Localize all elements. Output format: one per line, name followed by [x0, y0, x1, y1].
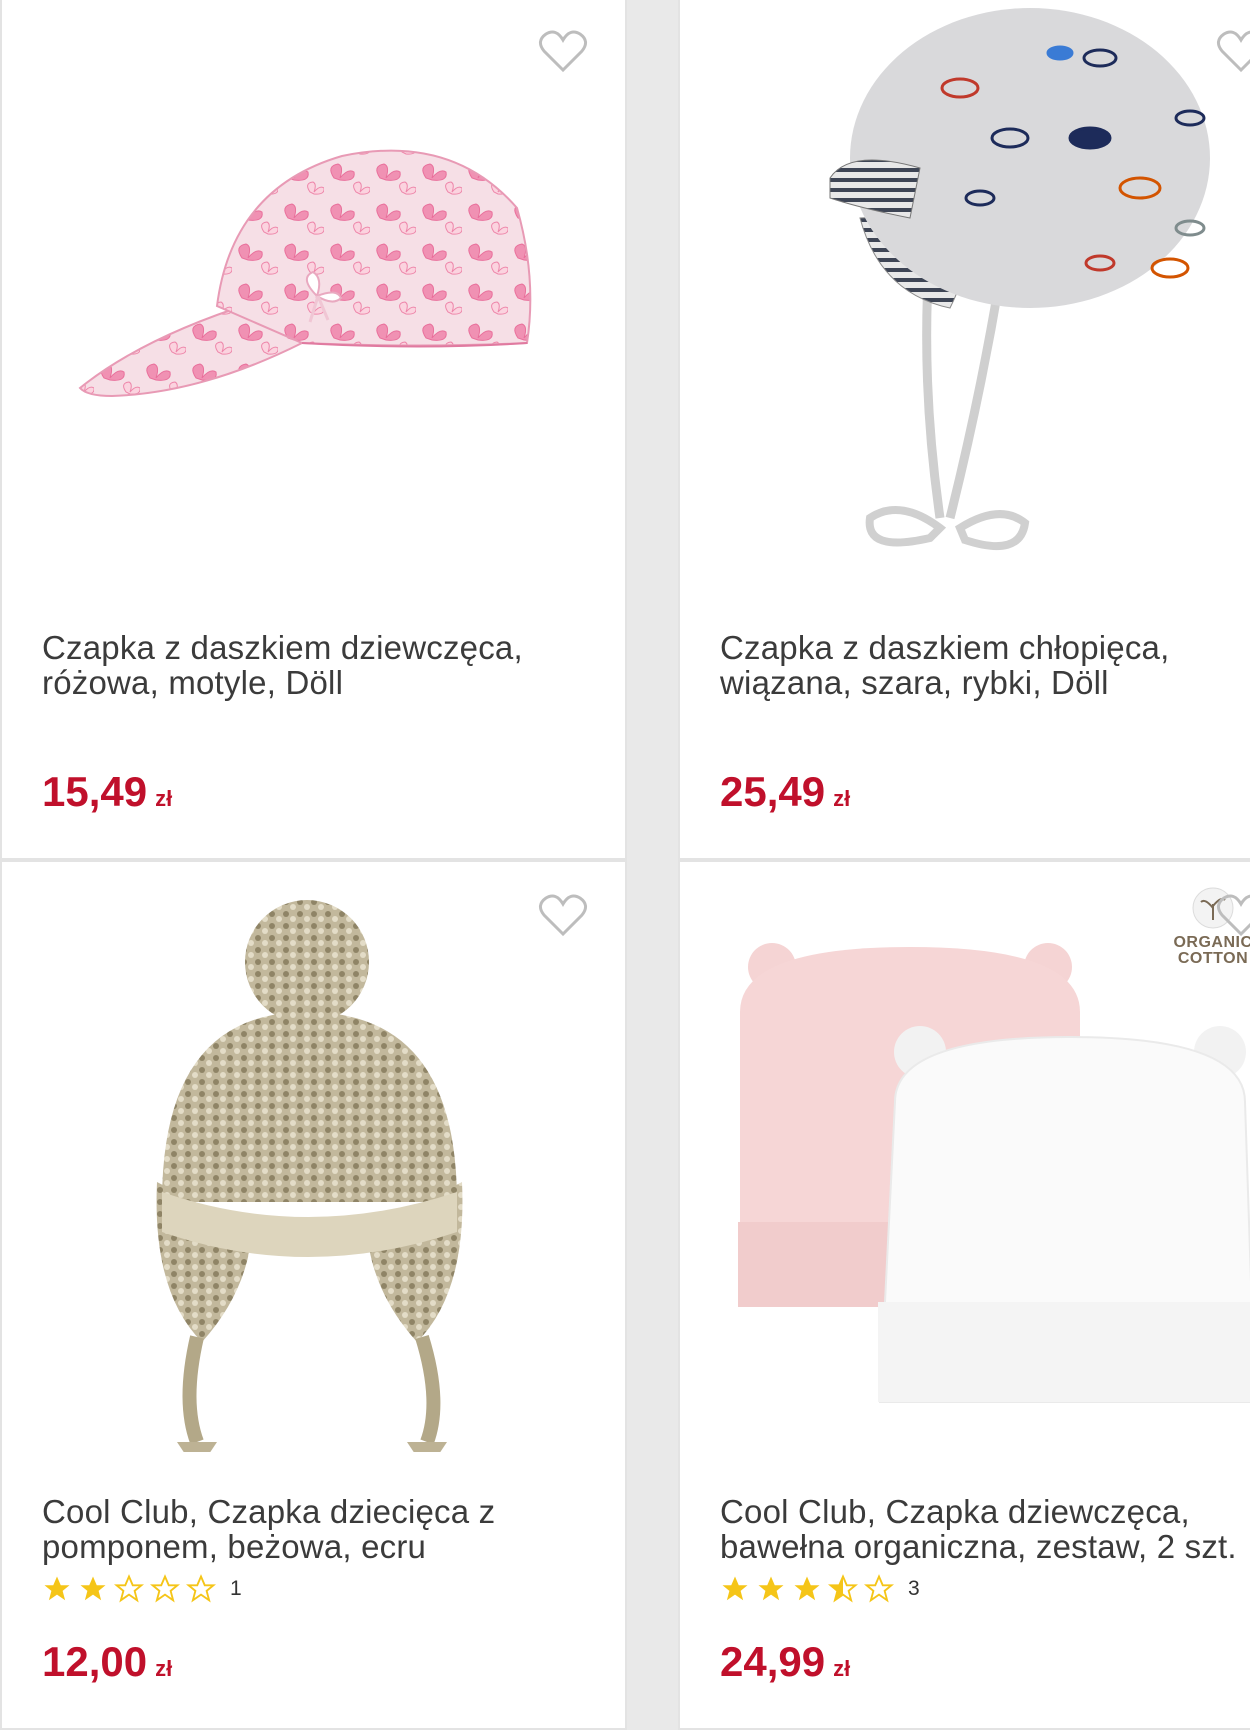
price-value: 25,49 — [720, 768, 826, 815]
star-empty-icon — [186, 1574, 216, 1603]
price-currency: zł — [155, 1656, 173, 1681]
favorite-heart-icon[interactable] — [1216, 894, 1250, 938]
star-half-icon — [828, 1574, 858, 1603]
price-value: 12,00 — [42, 1638, 148, 1685]
product-image[interactable] — [2, 0, 625, 588]
product-card[interactable]: ORGANIC COTTON Cool Club, Czapka dziewcz… — [678, 860, 1250, 1730]
product-title[interactable]: Cool Club, Czapka dziewczęca, bawełna or… — [720, 1494, 1250, 1564]
product-price: 12,00 zł — [42, 1638, 172, 1693]
star-filled-icon — [44, 1576, 70, 1601]
product-title[interactable]: Cool Club, Czapka dziecięca z pomponem, … — [42, 1494, 602, 1564]
product-price: 15,49 zł — [42, 768, 172, 823]
star-filled-icon — [80, 1576, 106, 1601]
star-empty-icon — [114, 1574, 144, 1603]
star-empty-icon — [864, 1574, 894, 1603]
product-image[interactable] — [680, 0, 1250, 588]
product-card[interactable]: Czapka z daszkiem chłopięca, wiązana, sz… — [678, 0, 1250, 860]
star-empty-icon — [150, 1574, 180, 1603]
star-filled-icon — [794, 1576, 820, 1601]
price-currency: zł — [833, 1656, 851, 1681]
favorite-heart-icon[interactable] — [538, 894, 588, 938]
rating-stars: 3 — [720, 1574, 920, 1604]
product-image[interactable] — [2, 862, 625, 1452]
badge-line-2: COTTON — [1177, 950, 1249, 967]
product-title[interactable]: Czapka z daszkiem dziewczęca, różowa, mo… — [42, 630, 602, 700]
product-price: 25,49 zł — [720, 768, 850, 823]
rating-stars: 1 — [42, 1574, 242, 1604]
favorite-heart-icon[interactable] — [1216, 30, 1250, 74]
price-currency: zł — [833, 786, 851, 811]
product-title[interactable]: Czapka z daszkiem chłopięca, wiązana, sz… — [720, 630, 1250, 700]
star-filled-icon — [722, 1576, 748, 1601]
favorite-heart-icon[interactable] — [538, 30, 588, 74]
review-count: 3 — [908, 1577, 920, 1600]
product-card[interactable]: Czapka z daszkiem dziewczęca, różowa, mo… — [0, 0, 627, 860]
star-filled-icon — [758, 1576, 784, 1601]
review-count: 1 — [230, 1577, 242, 1600]
price-value: 15,49 — [42, 768, 148, 815]
product-price: 24,99 zł — [720, 1638, 850, 1693]
price-currency: zł — [155, 786, 173, 811]
product-card[interactable]: Cool Club, Czapka dziecięca z pomponem, … — [0, 860, 627, 1730]
product-grid: Czapka z daszkiem dziewczęca, różowa, mo… — [0, 0, 1250, 1730]
price-value: 24,99 — [720, 1638, 826, 1685]
